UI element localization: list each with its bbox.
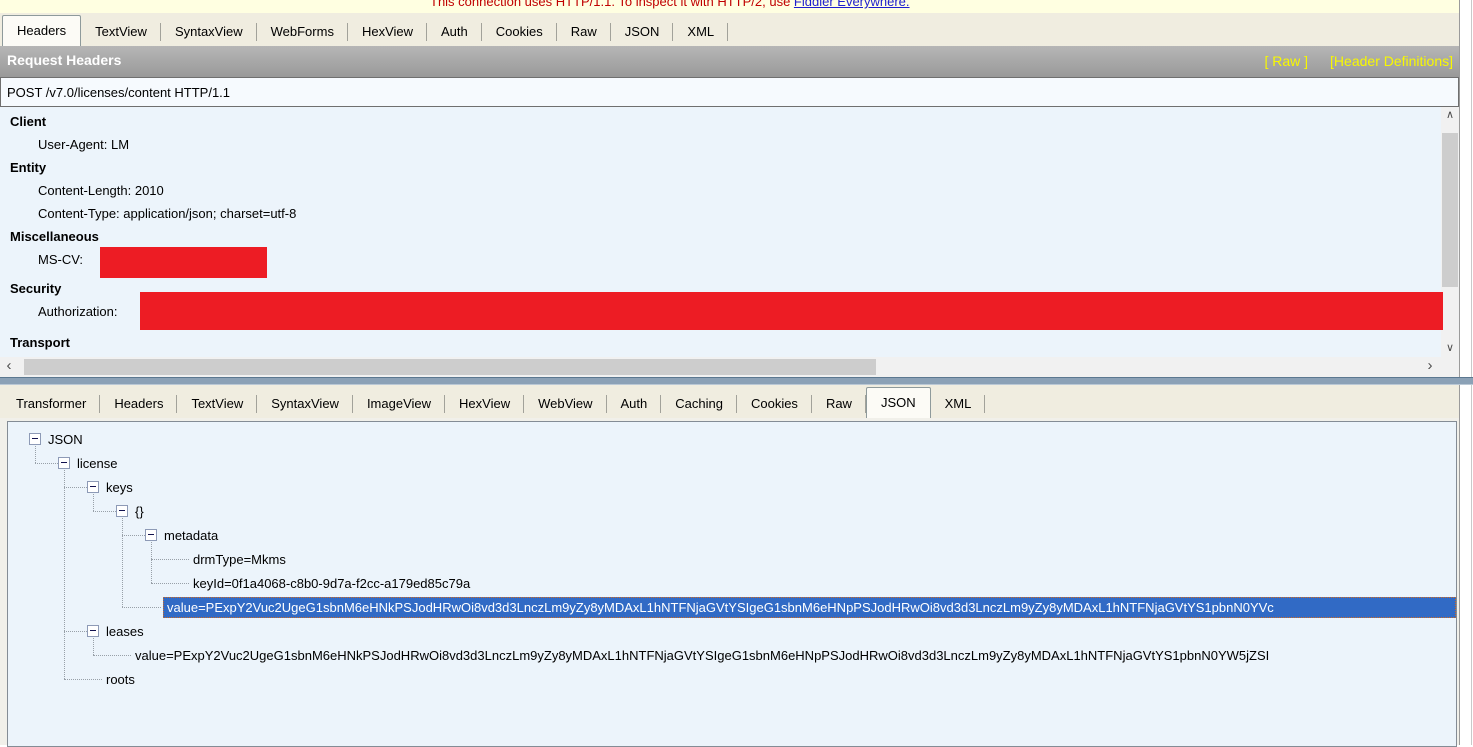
connection-banner-message: This connection uses HTTP/1.1. To inspec… [430,0,794,9]
tab-response-auth[interactable]: Auth [607,390,662,418]
tree-row-metadata[interactable]: metadata [8,524,1456,548]
tree-row-leases[interactable]: leases [8,620,1456,644]
tab-request-auth[interactable]: Auth [427,18,482,46]
tab-response-transformer[interactable]: Transformer [2,390,100,418]
request-inspector-tabstrip: Headers TextView SyntaxView WebForms Hex… [0,13,1459,46]
scroll-down-arrow-icon[interactable]: ∨ [1441,340,1459,357]
header-definitions-link[interactable]: [Header Definitions] [1330,53,1453,69]
raw-toggle-link[interactable]: [ Raw ] [1264,53,1308,69]
tree-node-label[interactable]: value=PExpY2Vuc2UgeG1sbnM6eHNkPSJodHRwOi… [135,648,1269,663]
header-section-miscellaneous[interactable]: Miscellaneous [0,225,1441,248]
tab-response-json[interactable]: JSON [866,387,931,420]
header-section-transport[interactable]: Transport [0,331,1441,354]
tree-node-label[interactable]: {} [135,504,144,519]
tab-request-headers[interactable]: Headers [2,15,81,48]
tree-node-label[interactable]: roots [106,672,135,687]
tree-node-label[interactable]: drmType=Mkms [193,552,286,567]
tab-request-raw[interactable]: Raw [557,18,611,46]
tab-response-cookies[interactable]: Cookies [737,390,812,418]
connection-banner: This connection uses HTTP/1.1. To inspec… [0,0,1459,13]
tree-row-array-item[interactable]: {} [8,500,1456,524]
tab-request-webforms[interactable]: WebForms [257,18,348,46]
request-headers-pane: Client User-Agent: LM Entity Content-Len… [0,107,1459,377]
tree-row-roots[interactable]: roots [8,668,1456,692]
scroll-up-arrow-icon[interactable]: ∧ [1441,107,1459,124]
ms-cv-redaction-overlay [100,247,267,278]
header-section-entity[interactable]: Entity [0,156,1441,179]
tab-response-raw[interactable]: Raw [812,390,866,418]
collapse-toggle-icon[interactable] [87,625,99,637]
tree-node-label[interactable]: leases [106,624,144,639]
collapse-toggle-icon[interactable] [87,481,99,493]
request-headers-title: Request Headers [7,52,121,68]
scroll-right-arrow-icon[interactable]: › [1421,357,1439,377]
header-section-client[interactable]: Client [0,110,1441,133]
tab-request-json[interactable]: JSON [611,18,674,46]
tree-row-keyid[interactable]: keyId=0f1a4068-c8b0-9d7a-f2cc-a179ed85c7… [8,572,1456,596]
tab-request-hexview[interactable]: HexView [348,18,427,46]
scroll-left-arrow-icon[interactable]: ‹ [0,357,18,377]
scrollbar-corner [1441,357,1459,377]
tab-response-syntaxview[interactable]: SyntaxView [257,390,353,418]
tree-row-keys[interactable]: keys [8,476,1456,500]
tab-response-xml[interactable]: XML [931,390,986,418]
header-entry-user-agent[interactable]: User-Agent: LM [0,133,1441,156]
tab-request-xml[interactable]: XML [673,18,728,46]
collapse-toggle-icon[interactable] [116,505,128,517]
tree-node-label[interactable]: keys [106,480,133,495]
fiddler-everywhere-link[interactable]: Fiddler Everywhere. [794,0,910,9]
tab-response-hexview[interactable]: HexView [445,390,524,418]
tree-row-drmtype[interactable]: drmType=Mkms [8,548,1456,572]
headers-vertical-scrollbar[interactable]: ∧ ∨ [1441,107,1459,357]
tree-node-label[interactable]: keyId=0f1a4068-c8b0-9d7a-f2cc-a179ed85c7… [193,576,470,591]
vertical-scrollbar-thumb[interactable] [1442,133,1458,287]
json-tree-panel: JSON license keys {} metadata drmType=Mk… [7,421,1457,747]
tab-request-cookies[interactable]: Cookies [482,18,557,46]
headers-horizontal-scrollbar[interactable]: ‹ › [0,357,1441,377]
collapse-toggle-icon[interactable] [58,457,70,469]
tab-response-headers[interactable]: Headers [100,390,177,418]
pane-splitter[interactable] [0,377,1473,385]
collapse-toggle-icon[interactable] [145,529,157,541]
window-right-edge [1459,0,1473,745]
tab-response-textview[interactable]: TextView [177,390,257,418]
selected-tree-node-label[interactable]: value=PExpY2Vuc2UgeG1sbnM6eHNkPSJodHRwOi… [163,597,1456,618]
header-entry-content-type[interactable]: Content-Type: application/json; charset=… [0,202,1441,225]
authorization-redaction-overlay [140,292,1443,330]
tab-request-textview[interactable]: TextView [81,18,161,46]
tab-response-caching[interactable]: Caching [661,390,737,418]
tab-response-webview[interactable]: WebView [524,390,606,418]
response-body-pane: JSON license keys {} metadata drmType=Mk… [0,418,1459,745]
tree-node-label[interactable]: metadata [164,528,218,543]
collapse-toggle-icon[interactable] [29,433,41,445]
tree-node-label[interactable]: JSON [48,432,83,447]
request-line[interactable]: POST /v7.0/licenses/content HTTP/1.1 [0,77,1459,107]
tree-row-json[interactable]: JSON [8,428,1456,452]
tab-request-syntaxview[interactable]: SyntaxView [161,18,257,46]
tree-row-key-value-selected[interactable]: value=PExpY2Vuc2UgeG1sbnM6eHNkPSJodHRwOi… [8,596,1456,620]
request-headers-bar: Request Headers [ Raw ] [Header Definiti… [0,46,1459,77]
tab-response-imageview[interactable]: ImageView [353,390,445,418]
horizontal-scrollbar-thumb[interactable] [24,359,876,375]
tree-row-lease-value[interactable]: value=PExpY2Vuc2UgeG1sbnM6eHNkPSJodHRwOi… [8,644,1456,668]
tree-node-label[interactable]: license [77,456,117,471]
connection-banner-text: This connection uses HTTP/1.1. To inspec… [430,0,910,9]
header-entry-content-length[interactable]: Content-Length: 2010 [0,179,1441,202]
response-inspector-tabstrip: Transformer Headers TextView SyntaxView … [0,385,1459,418]
tree-row-license[interactable]: license [8,452,1456,476]
